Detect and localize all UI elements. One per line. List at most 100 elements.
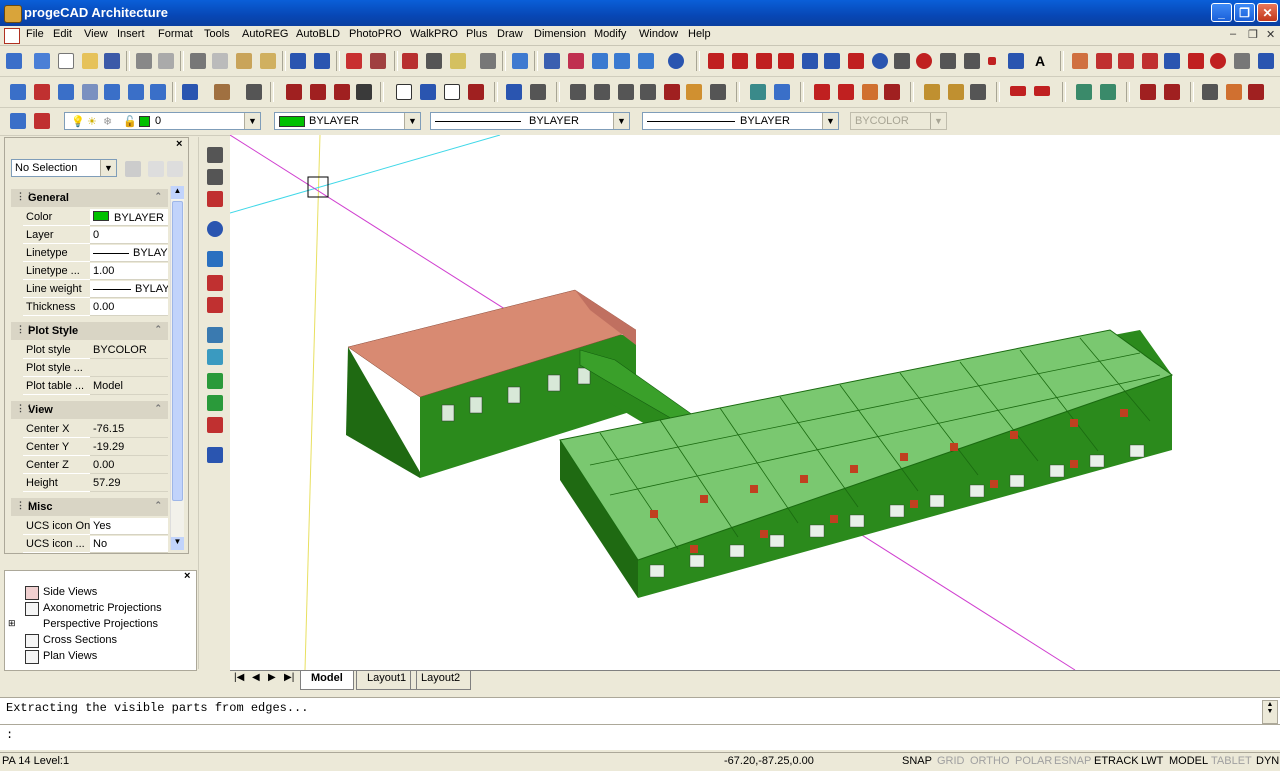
menu-photopro[interactable]: PhotoPRO bbox=[349, 28, 402, 40]
point-icon[interactable] bbox=[988, 57, 996, 65]
panel-close-icon[interactable]: × bbox=[184, 570, 190, 582]
ruler-icon[interactable] bbox=[450, 53, 466, 69]
tree-icon[interactable] bbox=[207, 373, 223, 389]
insert-block-icon[interactable] bbox=[964, 53, 980, 69]
door-icon[interactable] bbox=[420, 84, 436, 100]
print-icon[interactable] bbox=[136, 53, 152, 69]
parallel-lines-icon[interactable] bbox=[756, 53, 772, 69]
prop-row[interactable]: Center Z 0.00 bbox=[23, 457, 168, 475]
prop-row[interactable]: Thickness 0.00 bbox=[23, 299, 168, 317]
menu-view[interactable]: View bbox=[84, 28, 108, 40]
prop-row[interactable]: UCS icon ... No bbox=[23, 536, 168, 554]
make-current-icon[interactable] bbox=[34, 113, 50, 129]
mdi-close-button[interactable]: ✕ bbox=[1266, 28, 1275, 41]
tab-layout2[interactable]: Layout2 bbox=[410, 671, 472, 690]
menu-draw[interactable]: Draw bbox=[497, 28, 523, 40]
light-icon[interactable] bbox=[207, 251, 223, 267]
zoom-realtime-icon[interactable] bbox=[568, 53, 584, 69]
checklist-icon[interactable] bbox=[346, 53, 362, 69]
prop-row[interactable]: UCS icon On Yes bbox=[23, 518, 168, 536]
rotate-icon[interactable] bbox=[1210, 53, 1226, 69]
open-folder-icon[interactable] bbox=[82, 53, 98, 69]
layers-icon[interactable] bbox=[182, 84, 198, 100]
extrude-icon[interactable] bbox=[207, 147, 223, 163]
menu-plus[interactable]: Plus bbox=[466, 28, 487, 40]
bld-open-icon[interactable] bbox=[6, 53, 22, 69]
document-icon[interactable] bbox=[4, 28, 20, 44]
copy-object-icon[interactable] bbox=[1118, 53, 1134, 69]
selection-combo[interactable]: No Selection ▼ bbox=[11, 159, 117, 177]
box-3d-icon[interactable] bbox=[207, 169, 223, 185]
section-view[interactable]: ⋮⋮ View ⌃ bbox=[11, 401, 168, 419]
rectangle-icon[interactable] bbox=[824, 53, 840, 69]
view-layers-icon[interactable] bbox=[640, 84, 656, 100]
expand-icon[interactable]: ⊞ bbox=[8, 618, 16, 629]
ramp-icon[interactable] bbox=[948, 84, 964, 100]
chevron-down-icon[interactable]: ▼ bbox=[822, 113, 838, 129]
surface-edit-icon[interactable] bbox=[1100, 84, 1116, 100]
paste-icon[interactable] bbox=[236, 53, 252, 69]
maximize-button[interactable]: ❐ bbox=[1234, 3, 1255, 22]
redo-icon[interactable] bbox=[314, 53, 330, 69]
sofa-icon[interactable] bbox=[1226, 84, 1242, 100]
text-icon[interactable]: A bbox=[1032, 53, 1048, 69]
landscape-icon[interactable] bbox=[207, 349, 223, 365]
scene-icon[interactable] bbox=[207, 297, 223, 313]
background-icon[interactable] bbox=[207, 327, 223, 343]
house-icon[interactable] bbox=[862, 84, 878, 100]
ray-icon[interactable] bbox=[732, 53, 748, 69]
menu-walkpro[interactable]: WalkPRO bbox=[410, 28, 458, 40]
mirror-icon[interactable] bbox=[1142, 53, 1158, 69]
menu-autoreg[interactable]: AutoREG bbox=[242, 28, 288, 40]
copy-icon[interactable] bbox=[212, 53, 228, 69]
prop-row[interactable]: Plot style BYCOLOR bbox=[23, 342, 168, 360]
properties-icon[interactable] bbox=[214, 84, 230, 100]
material-icon[interactable] bbox=[207, 275, 223, 291]
erase-icon[interactable] bbox=[1096, 53, 1112, 69]
prop-row[interactable]: Height 57.29 bbox=[23, 475, 168, 493]
layer-on-icon[interactable] bbox=[104, 84, 120, 100]
section-general[interactable]: ⋮⋮ General ⌃ bbox=[11, 189, 168, 207]
hatch-icon[interactable] bbox=[1008, 53, 1024, 69]
view-render-icon[interactable] bbox=[664, 84, 680, 100]
edit-icon[interactable] bbox=[1072, 53, 1088, 69]
linetype-combo[interactable]: BYLAYER ▼ bbox=[430, 112, 630, 130]
polar-toggle[interactable]: POLAR bbox=[1015, 755, 1052, 767]
area-icon[interactable] bbox=[530, 84, 546, 100]
arrow-down-icon[interactable] bbox=[1034, 86, 1050, 96]
arrow-up-icon[interactable] bbox=[1010, 86, 1026, 96]
bld-new-icon[interactable] bbox=[34, 53, 50, 69]
tree-item-cross-sections[interactable]: Cross Sections bbox=[43, 634, 117, 646]
menu-format[interactable]: Format bbox=[158, 28, 193, 40]
prop-row[interactable]: Center Y -19.29 bbox=[23, 439, 168, 457]
menu-help[interactable]: Help bbox=[688, 28, 711, 40]
properties-scrollbar[interactable]: ▲ ▼ bbox=[170, 186, 184, 550]
scroll-thumb[interactable] bbox=[172, 201, 183, 501]
match-properties-icon[interactable] bbox=[260, 53, 276, 69]
prop-row[interactable]: Plot style ... bbox=[23, 360, 168, 378]
pan-icon[interactable] bbox=[544, 53, 560, 69]
view-print-icon[interactable] bbox=[710, 84, 726, 100]
tab-model[interactable]: Model bbox=[300, 671, 354, 690]
select-objects-icon[interactable] bbox=[148, 161, 164, 177]
new-file-icon[interactable] bbox=[58, 53, 74, 69]
view-3d-icon[interactable] bbox=[570, 84, 586, 100]
pickadd-icon[interactable] bbox=[167, 161, 183, 177]
column-icon[interactable] bbox=[468, 84, 484, 100]
chevron-down-icon[interactable]: ▼ bbox=[244, 113, 260, 129]
polygon-icon[interactable] bbox=[802, 53, 818, 69]
solid-icon[interactable] bbox=[207, 191, 223, 207]
table-icon[interactable] bbox=[1248, 84, 1264, 100]
layer-walk-icon[interactable] bbox=[58, 84, 74, 100]
slab-icon[interactable] bbox=[310, 84, 326, 100]
cut-icon[interactable] bbox=[190, 53, 206, 69]
minimize-button[interactable]: _ bbox=[1211, 3, 1232, 22]
menu-autobld[interactable]: AutoBLD bbox=[296, 28, 340, 40]
tree-item-side-views[interactable]: Side Views bbox=[43, 586, 97, 598]
angle-icon[interactable] bbox=[426, 53, 442, 69]
zoom-extents-icon[interactable] bbox=[638, 53, 654, 69]
help-icon[interactable] bbox=[668, 53, 684, 69]
refresh-icon[interactable] bbox=[512, 53, 528, 69]
layer-previous-icon[interactable] bbox=[150, 84, 166, 100]
spline-icon[interactable] bbox=[894, 53, 910, 69]
